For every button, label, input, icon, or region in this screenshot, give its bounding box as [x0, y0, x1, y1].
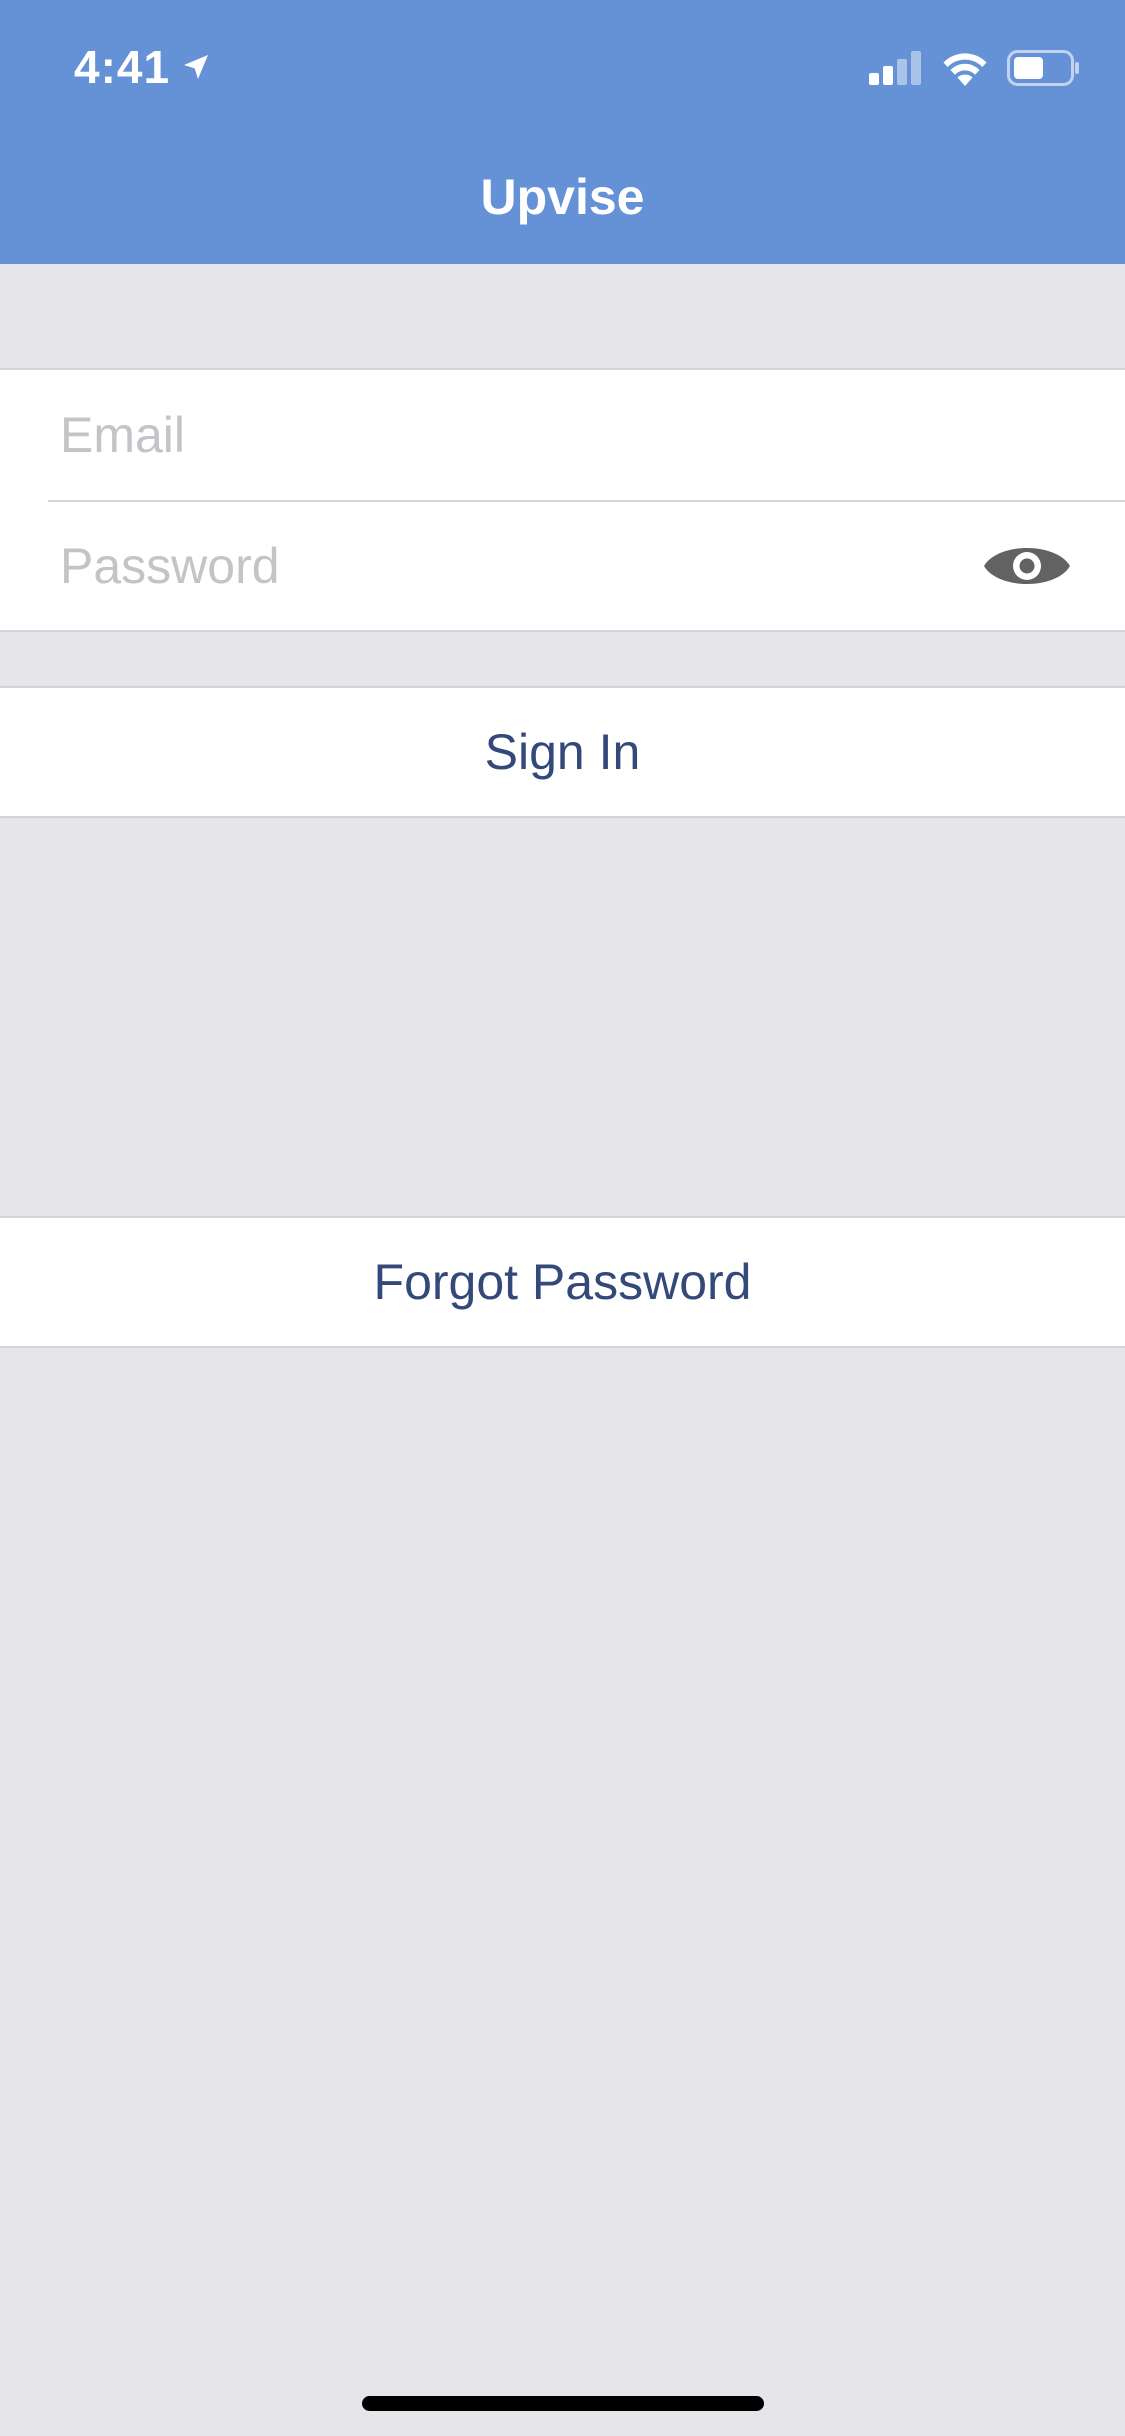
- status-icons: [869, 50, 1081, 86]
- eye-icon: [984, 548, 1070, 584]
- status-time: 4:41: [74, 40, 212, 94]
- password-row: [0, 501, 1125, 631]
- home-indicator: [362, 2396, 764, 2411]
- email-field[interactable]: [60, 395, 940, 475]
- battery-icon: [1007, 50, 1079, 86]
- show-password-toggle[interactable]: [981, 533, 1073, 599]
- password-field[interactable]: [60, 526, 940, 606]
- app-header: 4:41 Upvise: [0, 0, 1125, 264]
- wifi-icon: [943, 53, 987, 86]
- cellular-signal-icon: [869, 51, 921, 85]
- location-arrow-icon: [184, 55, 209, 79]
- login-form: [0, 368, 1125, 632]
- email-row: [0, 370, 1125, 500]
- sign-in-button[interactable]: Sign In: [0, 686, 1125, 818]
- forgot-password-button[interactable]: Forgot Password: [0, 1216, 1125, 1348]
- status-time-text: 4:41: [74, 41, 171, 93]
- page-title: Upvise: [480, 169, 645, 225]
